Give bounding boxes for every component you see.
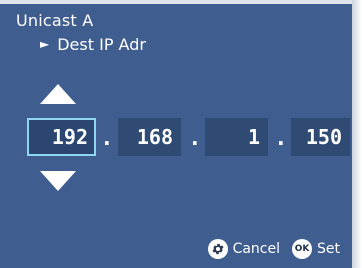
cancel-button[interactable]: Cancel xyxy=(207,239,280,259)
ip-address-panel: Unicast A ► Dest IP Adr 192 . 168 . 1 . … xyxy=(0,0,352,268)
page-subtitle: ► Dest IP Adr xyxy=(40,36,146,54)
ok-badge-label: OK xyxy=(294,244,310,254)
cancel-label: Cancel xyxy=(232,241,280,257)
ip-octet-2-field[interactable]: 168 xyxy=(118,118,181,156)
increment-arrow-icon[interactable] xyxy=(40,84,76,104)
subtitle-marker-icon: ► xyxy=(40,37,50,51)
panel-shadow xyxy=(352,0,362,268)
set-label: Set xyxy=(317,241,340,257)
ip-separator-3: . xyxy=(277,126,285,150)
footer-actions: Cancel OK Set xyxy=(207,239,340,259)
top-border xyxy=(0,0,352,4)
ip-separator-2: . xyxy=(191,126,199,150)
set-button[interactable]: OK Set xyxy=(292,239,340,259)
gear-icon xyxy=(207,239,228,259)
ip-separator-1: . xyxy=(103,126,111,150)
page-title: Unicast A xyxy=(16,11,94,30)
ip-octet-4-field[interactable]: 150 xyxy=(291,118,350,156)
decrement-arrow-icon[interactable] xyxy=(40,171,76,191)
subtitle-label: Dest IP Adr xyxy=(57,35,146,54)
ip-octet-1-field[interactable]: 192 xyxy=(27,118,96,156)
ip-octet-3-field[interactable]: 1 xyxy=(205,118,268,156)
ok-badge-icon: OK xyxy=(292,239,312,259)
